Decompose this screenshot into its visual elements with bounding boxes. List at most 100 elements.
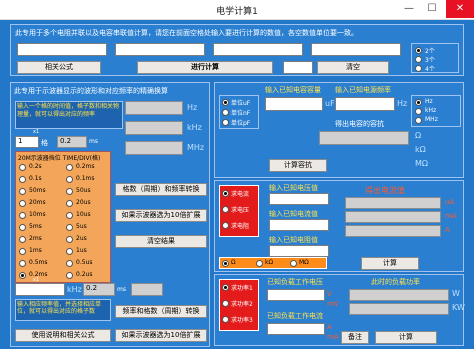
power-calc-button[interactable]: 计算 [375,331,437,344]
osc-title: 此专用于示波器显示的波形和对应频率的精确换算 [14,87,168,95]
ohm-radio-kohm[interactable] [256,260,263,267]
reactance-result[interactable] [319,131,409,145]
tb-radio[interactable] [19,200,26,207]
close-button[interactable]: ✕ [446,0,474,18]
freq-unit-mhz[interactable] [415,117,422,124]
maximize-button[interactable]: ☐ [421,0,443,18]
osc-freq-result-3[interactable] [125,141,183,155]
ohm-radio-ohm-label: Ω [231,259,236,266]
tb-radio[interactable] [19,188,26,195]
power-choice-3-label: 求功率3 [231,317,253,324]
radio-3[interactable] [415,56,422,63]
load-current-input[interactable] [267,323,325,335]
ohm-result-3[interactable] [345,225,441,237]
ohm-calc-voltage[interactable] [222,206,229,213]
radio-4-label: 4个 [425,66,435,73]
ohm-calc-button[interactable]: 计算 [361,257,419,270]
cap-unit-nf[interactable] [222,109,229,116]
tb-radio[interactable] [19,236,26,243]
tb-radio[interactable] [66,164,73,171]
power-choice-1[interactable] [222,284,229,291]
tb-label: 20us [76,199,91,206]
tb-radio[interactable] [66,260,73,267]
cap-unit-uf[interactable] [222,99,229,106]
known-resistance-label: 输入已知电阻值 [269,236,318,244]
tb-radio[interactable] [19,212,26,219]
run-calc-button[interactable]: 进行计算 [137,61,273,74]
freq-unit-hz[interactable] [415,99,422,106]
note-button[interactable]: 备注 [341,331,369,344]
radio-4[interactable] [415,65,422,72]
tb-radio[interactable] [66,188,73,195]
freq-unit-mhz-label: MHz [425,116,438,123]
ohm-calc-current[interactable] [222,190,229,197]
period-field[interactable]: 0.2 [83,283,115,296]
power-result-label: 此时的负载功率 [371,278,420,286]
ohm-radio-mohm-label: MΩ [299,259,309,266]
time-per-div-field[interactable]: 0.2 [57,136,87,148]
tb-radio[interactable] [19,260,26,267]
tb-radio[interactable] [66,272,73,279]
freq-unit-hz-label: Hz [425,98,433,105]
tb-radio[interactable] [19,164,26,171]
tb-radio[interactable] [19,224,26,231]
tb-radio[interactable] [66,212,73,219]
current-input[interactable] [269,219,329,231]
grid-count-input[interactable]: 1 [15,136,39,148]
clear-results-button[interactable]: 清空结果 [115,235,207,248]
cap-unit-uf-label: 单位uF [231,100,251,107]
formula-button[interactable]: 相关公式 [17,61,101,74]
tb-label: 5us [76,223,87,230]
ohm-radio-ohm[interactable] [222,260,229,267]
power-result-2[interactable] [349,303,449,315]
tb-label: 2ms [29,235,42,242]
osc-freq-result-2[interactable] [125,121,183,135]
tb-radio[interactable] [66,224,73,231]
ohm-result-1[interactable] [345,197,441,209]
result-field[interactable] [283,61,313,74]
expand-10x-button-2[interactable]: 如果示波器选为10倍扩展 [115,329,207,342]
grid-to-freq-button[interactable]: 格数（周期）和频率转换 [115,183,207,196]
power-panel: 求功率1 求功率2 求功率3 已知负载工作电压 V mV 已知负载工作电流 A … [214,274,465,346]
freq-unit-khz[interactable] [415,108,422,115]
voltage-input[interactable] [269,193,329,205]
minimize-button[interactable]: — [398,0,420,18]
ohm-radio-mohm[interactable] [290,260,297,267]
unit-ma: mA [445,212,457,220]
freq-input[interactable] [15,283,65,296]
frequency-input[interactable] [335,97,395,111]
current-result-label: 得出电流值 [365,186,405,195]
cap-unit-pf[interactable] [222,119,229,126]
expand-10x-button-1[interactable]: 如果示波器选为10倍扩展 [115,209,207,222]
osc-freq-result-1[interactable] [125,101,183,115]
freq-to-grid-button[interactable]: 频率和格数（周期）转换 [115,305,207,318]
resistor-input-2[interactable] [115,43,205,56]
capacitance-input[interactable] [265,97,323,111]
tb-radio[interactable] [19,176,26,183]
freq-unit-group: Hz kHz MHz [411,95,461,127]
resistance-input[interactable] [269,245,329,257]
resistor-input-3[interactable] [213,43,303,56]
radio-2[interactable] [415,47,422,54]
tb-radio[interactable] [66,236,73,243]
tb-radio[interactable] [66,200,73,207]
unit-v: V [327,290,332,298]
tb-radio[interactable] [66,248,73,255]
resistor-input-4[interactable] [311,43,401,56]
ohm-calc-voltage-label: 求电压 [231,207,250,214]
clear-button[interactable]: 清空 [317,61,389,74]
tb-radio[interactable] [19,272,26,279]
ohm-result-2[interactable] [345,211,441,223]
calc-reactance-button[interactable]: 计算容抗 [269,159,327,172]
resistor-input-1[interactable] [17,43,107,56]
help-button[interactable]: 使用说明和相关公式 [15,329,111,342]
load-voltage-input[interactable] [267,289,325,301]
power-choice-3[interactable] [222,316,229,323]
power-result-1[interactable] [349,289,449,301]
tb-radio[interactable] [66,176,73,183]
power-choice-2[interactable] [222,300,229,307]
ohm-unit-radio-group: Ω kΩ MΩ [219,257,327,269]
tb-radio[interactable] [19,248,26,255]
grid-result-field[interactable] [131,283,163,296]
ohm-calc-resistance[interactable] [222,222,229,229]
